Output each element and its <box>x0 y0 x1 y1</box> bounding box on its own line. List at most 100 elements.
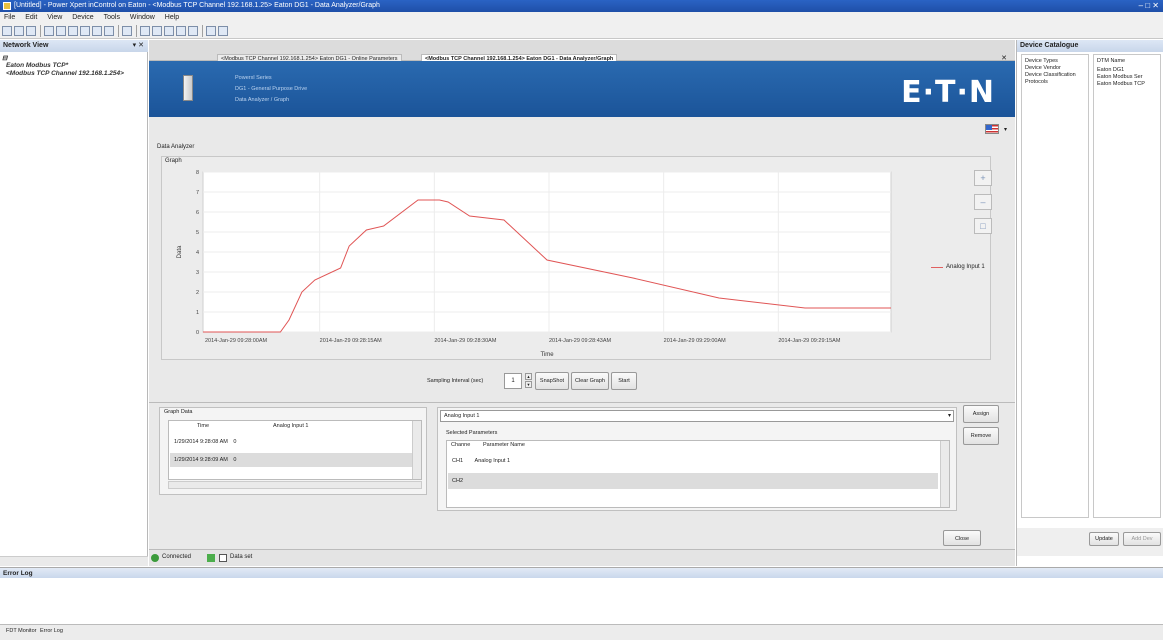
table-row[interactable]: CH1 Analog Input 1 <box>448 453 938 469</box>
update-button[interactable]: Update <box>1089 532 1119 546</box>
catalogue-device-types[interactable]: Device Types <box>1025 58 1058 64</box>
new-icon[interactable] <box>2 26 12 36</box>
menu-file[interactable]: File <box>4 14 15 21</box>
parameter-select[interactable]: Analog Input 1 ▾ <box>440 410 954 422</box>
vertical-scrollbar[interactable] <box>940 441 949 507</box>
connect-icon[interactable] <box>44 26 54 36</box>
upload-icon[interactable] <box>68 26 78 36</box>
network-item-modbus-channel[interactable]: <Modbus TCP Channel 192.168.1.254> <box>6 70 124 77</box>
error-log-title: Error Log <box>3 570 33 577</box>
parameter-icon[interactable] <box>92 26 102 36</box>
catalogue-protocols[interactable]: Protocols <box>1025 79 1048 85</box>
pane-controls[interactable]: ▾ ✕ <box>133 40 144 52</box>
sampling-interval-label: Sampling Interval (sec) <box>427 378 484 384</box>
catalogue-device-vendor[interactable]: Device Vendor <box>1025 65 1061 71</box>
diagnose-icon[interactable] <box>104 26 114 36</box>
catalogue-icon[interactable] <box>188 26 198 36</box>
save-icon[interactable] <box>26 26 36 36</box>
network-view-pane: Network View ▾ ✕ ⊟ Eaton Modbus TCP* <Mo… <box>0 40 148 566</box>
menu-view[interactable]: View <box>47 14 62 21</box>
zoom-reset-icon[interactable]: □ <box>974 218 992 234</box>
open-icon[interactable] <box>14 26 24 36</box>
sampling-interval-input[interactable]: 1 <box>504 373 522 389</box>
close-button[interactable]: Close <box>943 530 981 546</box>
clear-graph-button[interactable]: Clear Graph <box>571 372 609 390</box>
config-icon[interactable] <box>140 26 150 36</box>
chevron-down-icon[interactable]: ▾ <box>1004 126 1007 133</box>
sampling-controls: Sampling Interval (sec) 1 ▲ ▼ SnapShot C… <box>149 368 1015 392</box>
menu-window[interactable]: Window <box>130 14 155 21</box>
column-header-parameter-name: Parameter Name <box>483 442 525 448</box>
row-channel: CH1 <box>452 458 464 464</box>
table-row[interactable]: 1/29/2014 9:28:09 AM 0 <box>170 453 412 467</box>
error-log-body <box>0 578 1163 624</box>
add-device-button[interactable]: Add Dev <box>1123 532 1161 546</box>
row-parameter: Analog Input 1 <box>474 458 511 464</box>
catalogue-dtm-list: DTM Name Eaton DG1 Eaton Modbus Ser Eato… <box>1093 54 1161 518</box>
status-dataset: Data set <box>230 554 253 560</box>
window-title-bar: [Untitled] - Power Xpert inControl on Ea… <box>0 0 1163 12</box>
legend-swatch <box>931 267 943 268</box>
window-icon[interactable] <box>206 26 216 36</box>
remove-button[interactable]: Remove <box>963 427 999 445</box>
window-controls[interactable]: – □ ✕ <box>1139 1 1159 10</box>
menu-device[interactable]: Device <box>72 14 93 21</box>
disconnect-icon[interactable] <box>56 26 66 36</box>
assign-button[interactable]: Assign <box>963 405 999 423</box>
menu-edit[interactable]: Edit <box>25 14 37 21</box>
dtm-item-eaton-dg1[interactable]: Eaton DG1 <box>1097 67 1124 73</box>
y-tick-label: 2 <box>196 290 199 296</box>
menu-tools[interactable]: Tools <box>104 14 120 21</box>
spin-up-icon[interactable]: ▲ <box>525 373 532 380</box>
network-root-icon: ⊟ <box>2 55 8 62</box>
tool-icon[interactable] <box>164 26 174 36</box>
row-value: 0 <box>233 439 237 445</box>
table-row[interactable]: CH2 <box>448 473 938 489</box>
device-catalogue-header: Device Catalogue <box>1017 40 1163 52</box>
catalogue-device-classification[interactable]: Device Classification <box>1025 72 1076 78</box>
chevron-down-icon[interactable]: ▾ <box>948 411 951 421</box>
sync-icon <box>207 554 215 562</box>
start-button[interactable]: Start <box>611 372 637 390</box>
data-analyzer-label: Data Analyzer <box>157 144 195 150</box>
device-catalogue-title: Device Catalogue <box>1020 42 1079 49</box>
vertical-scrollbar[interactable] <box>412 421 421 479</box>
menu-help[interactable]: Help <box>165 14 179 21</box>
window-title: [Untitled] - Power Xpert inControl on Ea… <box>14 2 380 9</box>
tab-error-log[interactable]: Error Log <box>40 628 63 634</box>
zoom-in-icon[interactable]: + <box>974 170 992 186</box>
y-axis-label: Data <box>177 245 183 258</box>
dtm-item-modbus-tcp[interactable]: Eaton Modbus TCP <box>1097 81 1145 87</box>
network-horizontal-scrollbar[interactable] <box>0 556 148 566</box>
x-tick-label: 2014-Jan-29 09:28:30AM <box>434 338 496 344</box>
device-icon[interactable] <box>122 26 132 36</box>
status-connected: Connected <box>162 554 192 560</box>
language-flag-icon[interactable] <box>985 124 999 134</box>
network-item-eaton-modbus-tcp[interactable]: Eaton Modbus TCP* <box>6 62 68 69</box>
horizontal-scrollbar[interactable] <box>168 481 422 489</box>
snapshot-button[interactable]: SnapShot <box>535 372 569 390</box>
tab-fdt-monitor[interactable]: FDT Monitor <box>6 628 36 634</box>
y-tick-label: 0 <box>196 330 199 336</box>
graph-data-table: Time Analog Input 1 1/29/2014 9:28:08 AM… <box>168 420 422 480</box>
error-log-header: Error Log <box>0 567 1163 578</box>
table-row[interactable]: 1/29/2014 9:28:08 AM 0 <box>170 435 412 449</box>
scan-icon[interactable] <box>152 26 162 36</box>
device-banner: Powerxl Series DG1 - General Purpose Dri… <box>149 61 1015 117</box>
spin-down-icon[interactable]: ▼ <box>525 381 532 388</box>
catalogue-actions: Update Add Dev <box>1017 528 1163 556</box>
x-tick-label: 2014-Jan-29 09:29:15AM <box>778 338 840 344</box>
catalogue-filter-list: Device Types Device Vendor Device Classi… <box>1021 54 1089 518</box>
banner-device: DG1 - General Purpose Drive <box>235 86 308 92</box>
zoom-out-icon[interactable]: – <box>974 194 992 210</box>
selected-parameters-table: Channe Parameter Name CH1 Analog Input 1… <box>446 440 950 508</box>
dataset-icon <box>219 554 227 562</box>
download-icon[interactable] <box>80 26 90 36</box>
lower-panel: Graph Data Time Analog Input 1 1/29/2014… <box>149 402 1015 520</box>
connected-icon <box>151 554 159 562</box>
banner-series: Powerxl Series <box>235 75 272 81</box>
help-icon[interactable] <box>218 26 228 36</box>
dtm-item-modbus-serial[interactable]: Eaton Modbus Ser <box>1097 74 1143 80</box>
toolbar-separator <box>202 25 203 37</box>
properties-icon[interactable] <box>176 26 186 36</box>
